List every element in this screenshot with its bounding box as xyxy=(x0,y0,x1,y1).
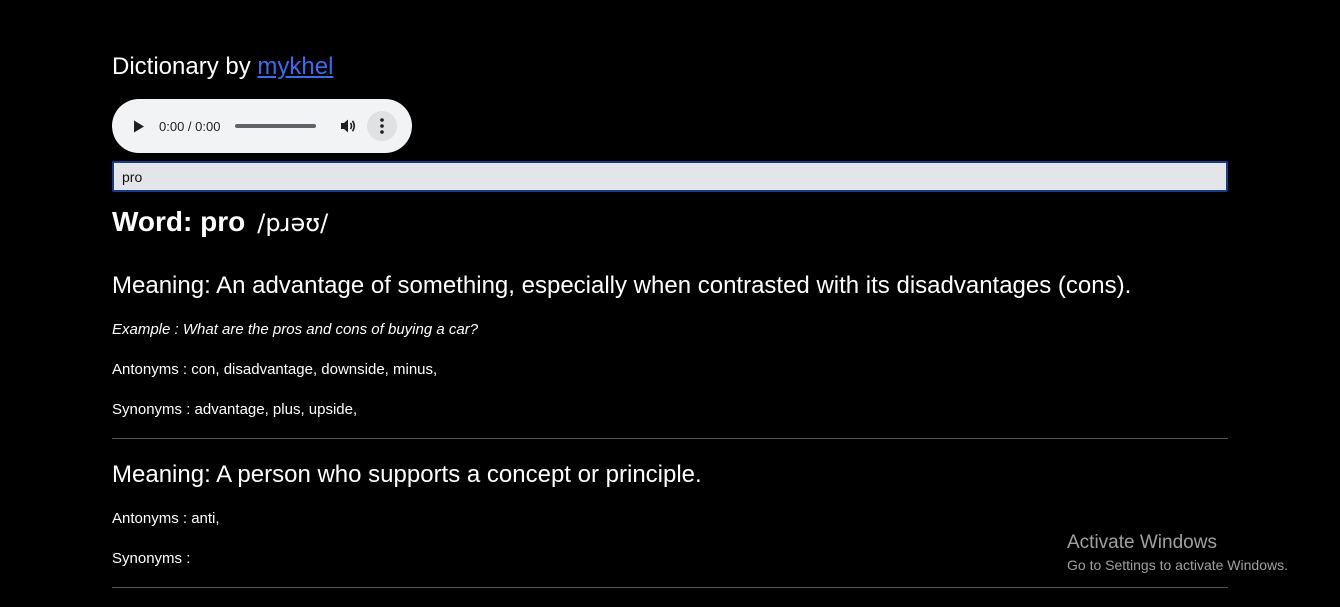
search-input[interactable] xyxy=(112,161,1228,192)
volume-icon[interactable] xyxy=(338,116,358,136)
synonyms-text: Synonyms : xyxy=(112,550,191,567)
antonyms-text: Antonyms : con, disadvantage, downside, … xyxy=(112,361,438,378)
meaning-divider xyxy=(112,438,1228,439)
author-link[interactable]: mykhel xyxy=(257,53,333,80)
audio-progress-slider[interactable] xyxy=(235,124,317,128)
word-heading: Word: pro/pɹəʊ/ xyxy=(112,205,328,240)
meaning-divider xyxy=(112,587,1228,588)
audio-player: 0:00 / 0:00 xyxy=(112,99,412,153)
synonyms-text: Synonyms : advantage, plus, upside, xyxy=(112,401,358,418)
example-text: Example : What are the pros and cons of … xyxy=(112,321,479,338)
audio-time: 0:00 / 0:00 xyxy=(159,118,221,134)
site-title: Dictionary by mykhel xyxy=(112,52,333,82)
watermark-title: Activate Windows xyxy=(1067,532,1217,553)
activate-windows-watermark: Activate Windows Go to Settings to activ… xyxy=(1067,531,1288,575)
site-title-text: Dictionary by xyxy=(112,53,258,80)
word-label: Word: pro xyxy=(112,206,246,237)
more-vert-icon[interactable] xyxy=(367,111,398,141)
page: Dictionary by mykhel 0:00 / 0:00 pro Wor… xyxy=(0,0,1340,607)
watermark-subtitle: Go to Settings to activate Windows. xyxy=(1067,557,1288,573)
antonyms-text: Antonyms : anti, xyxy=(112,510,220,527)
meaning-text: Meaning: A person who supports a concept… xyxy=(112,461,702,488)
meaning-text: Meaning: An advantage of something, espe… xyxy=(112,272,1132,299)
phonetic-text: /pɹəʊ/ xyxy=(257,209,329,237)
play-icon[interactable] xyxy=(132,119,146,133)
